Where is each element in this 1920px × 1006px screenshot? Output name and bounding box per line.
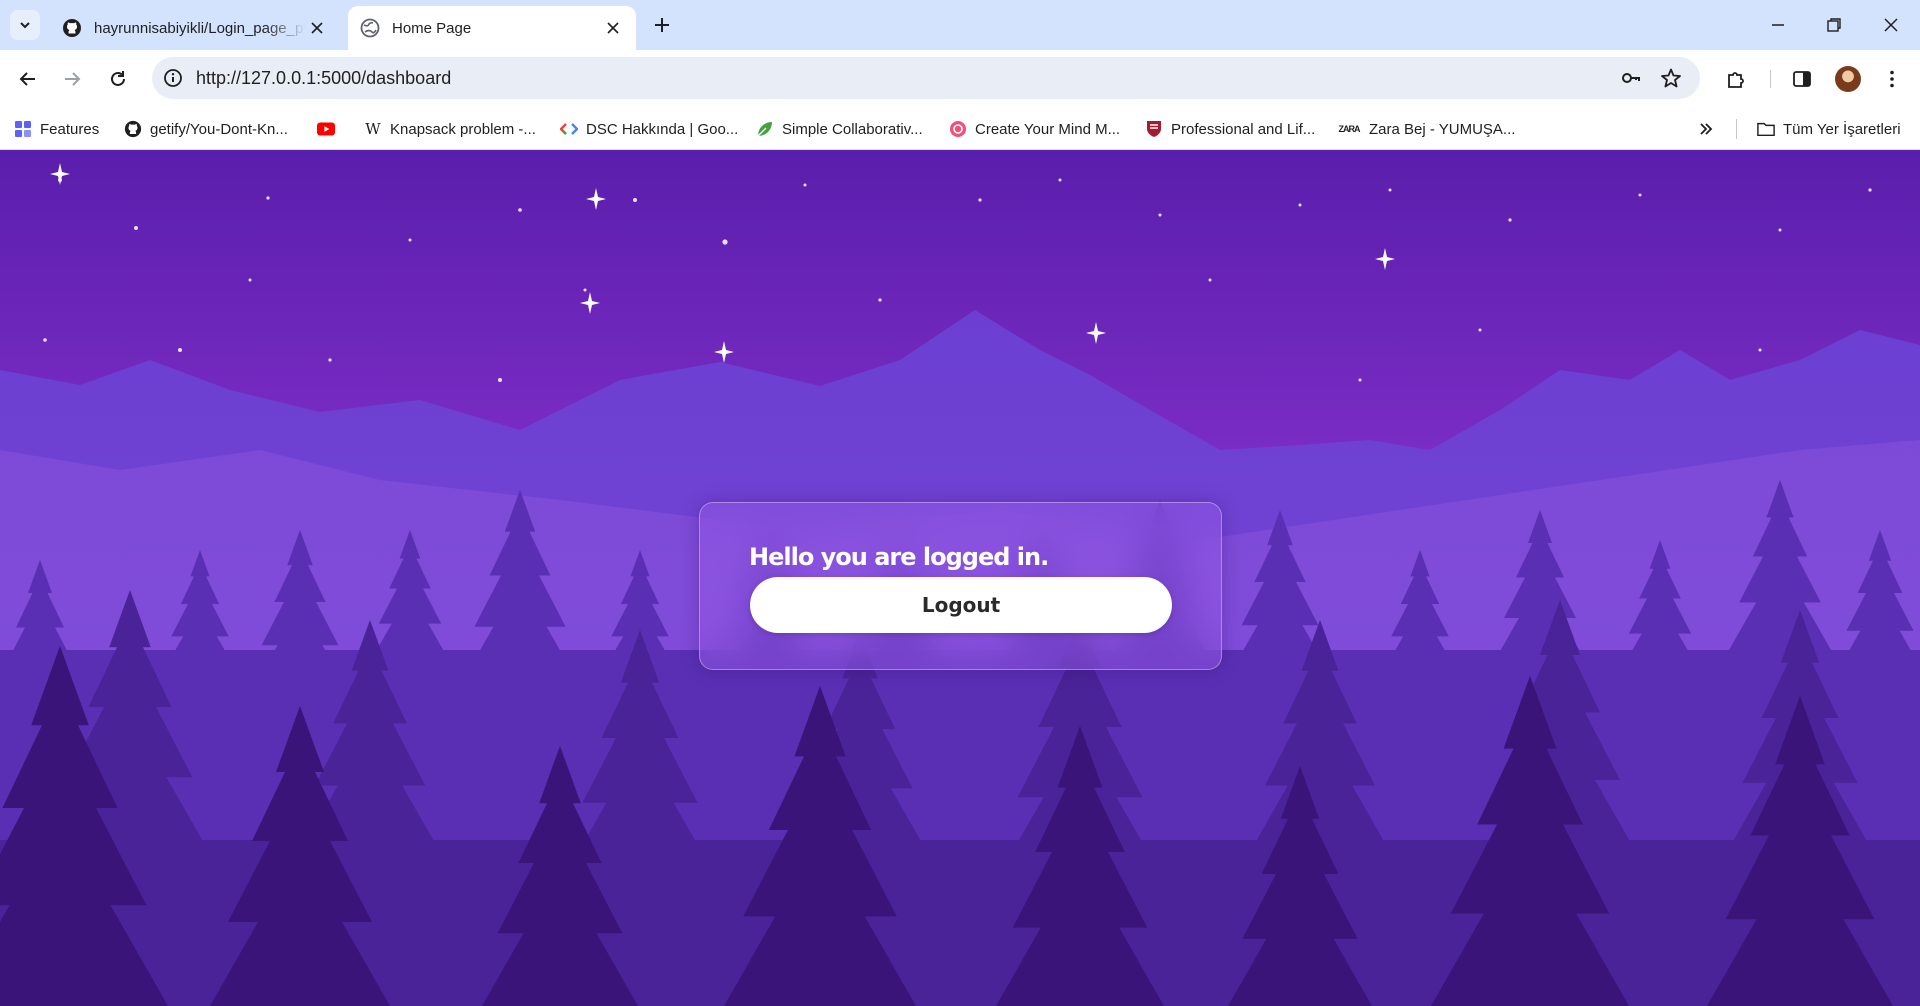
close-window-icon[interactable] — [1879, 13, 1903, 37]
bookmark-professional[interactable]: Professional and Lif... — [1145, 116, 1315, 142]
bookmark-getify[interactable]: getify/You-Dont-Kn... — [124, 116, 288, 142]
bookmark-label: Knapsack problem -... — [390, 120, 536, 138]
close-tab-button[interactable] — [602, 17, 624, 39]
bookmark-label: Professional and Lif... — [1171, 120, 1316, 138]
bookmark-label: Tüm Yer İşaretleri — [1783, 120, 1901, 138]
minimize-icon[interactable] — [1766, 13, 1790, 37]
forward-arrow-icon[interactable] — [60, 67, 84, 91]
wikipedia-icon: W — [365, 120, 381, 138]
tab-home-page[interactable]: Home Page — [348, 6, 636, 50]
bookmark-label: Simple Collaborativ... — [782, 120, 923, 138]
tab-title: Home Page — [392, 19, 472, 37]
bookmark-features[interactable]: Features — [14, 116, 99, 142]
bookmarks-divider — [1736, 119, 1737, 139]
reload-icon[interactable] — [106, 67, 130, 91]
close-icon — [311, 22, 323, 34]
new-tab-plus-icon[interactable] — [650, 13, 674, 37]
gdsc-icon — [560, 120, 578, 138]
more-menu-icon[interactable] — [1880, 67, 1904, 91]
address-bar[interactable]: http://127.0.0.1:5000/dashboard — [152, 57, 1700, 99]
bookmark-knapsack[interactable]: W Knapsack problem -... — [364, 116, 536, 142]
tab-title: hayrunnisabiyikli/Login_page_python — [94, 19, 306, 37]
youtube-icon — [317, 120, 335, 138]
site-info-icon[interactable] — [162, 67, 184, 89]
bookmark-label: getify/You-Dont-Kn... — [150, 120, 288, 138]
page-heading: Hello you are logged in. — [749, 543, 1049, 571]
bookmark-overleaf[interactable]: Simple Collaborativ... — [756, 116, 923, 142]
overleaf-icon — [756, 120, 774, 138]
bookmark-youtube[interactable] — [317, 116, 343, 142]
github-icon — [63, 19, 81, 37]
zara-icon: ZARA — [1338, 124, 1361, 134]
login-status-card: Hello you are logged in. Logout — [699, 502, 1222, 670]
back-arrow-icon[interactable] — [16, 67, 40, 91]
tab-strip: hayrunnisabiyikli/Login_page_python Home… — [0, 0, 1920, 50]
profile-avatar[interactable] — [1835, 66, 1861, 92]
chevron-double-right-icon[interactable] — [1698, 121, 1714, 137]
bookmarks-bar: Features getify/You-Dont-Kn... W Knapsac… — [0, 108, 1920, 150]
bookmark-mindmap[interactable]: Create Your Mind M... — [949, 116, 1120, 142]
tab-search-button[interactable] — [10, 10, 40, 40]
bookmark-label: Zara Bej - YUMUŞA... — [1369, 120, 1516, 138]
key-icon[interactable] — [1620, 67, 1642, 89]
extensions-puzzle-icon[interactable] — [1724, 67, 1748, 91]
globe-icon — [360, 18, 380, 38]
logout-button[interactable]: Logout — [750, 577, 1172, 633]
star-icon[interactable] — [1660, 67, 1682, 89]
close-icon — [607, 22, 619, 34]
folder-icon — [1757, 120, 1775, 138]
chevron-down-icon — [20, 22, 30, 29]
github-icon — [124, 120, 142, 138]
close-tab-button[interactable] — [306, 17, 328, 39]
toolbar-divider — [1770, 70, 1771, 88]
bookmark-label: Features — [40, 120, 100, 138]
mindmap-icon — [949, 120, 967, 138]
bookmark-dsc[interactable]: DSC Hakkında | Goo... — [560, 116, 738, 142]
grid-icon — [14, 120, 32, 138]
bookmark-label: DSC Hakkında | Goo... — [586, 120, 739, 138]
bookmark-label: Create Your Mind M... — [975, 120, 1121, 138]
side-panel-icon[interactable] — [1790, 67, 1814, 91]
tab-github[interactable]: hayrunnisabiyikli/Login_page_python — [50, 6, 340, 50]
toolbar: http://127.0.0.1:5000/dashboard — [0, 50, 1920, 108]
bookmark-zara[interactable]: ZARA Zara Bej - YUMUŞA... — [1337, 116, 1516, 142]
all-bookmarks-folder[interactable]: Tüm Yer İşaretleri — [1757, 116, 1901, 142]
page-viewport: Hello you are logged in. Logout — [0, 150, 1920, 1006]
url-text: http://127.0.0.1:5000/dashboard — [196, 68, 452, 88]
shield-icon — [1145, 120, 1163, 138]
restore-icon[interactable] — [1822, 13, 1846, 37]
